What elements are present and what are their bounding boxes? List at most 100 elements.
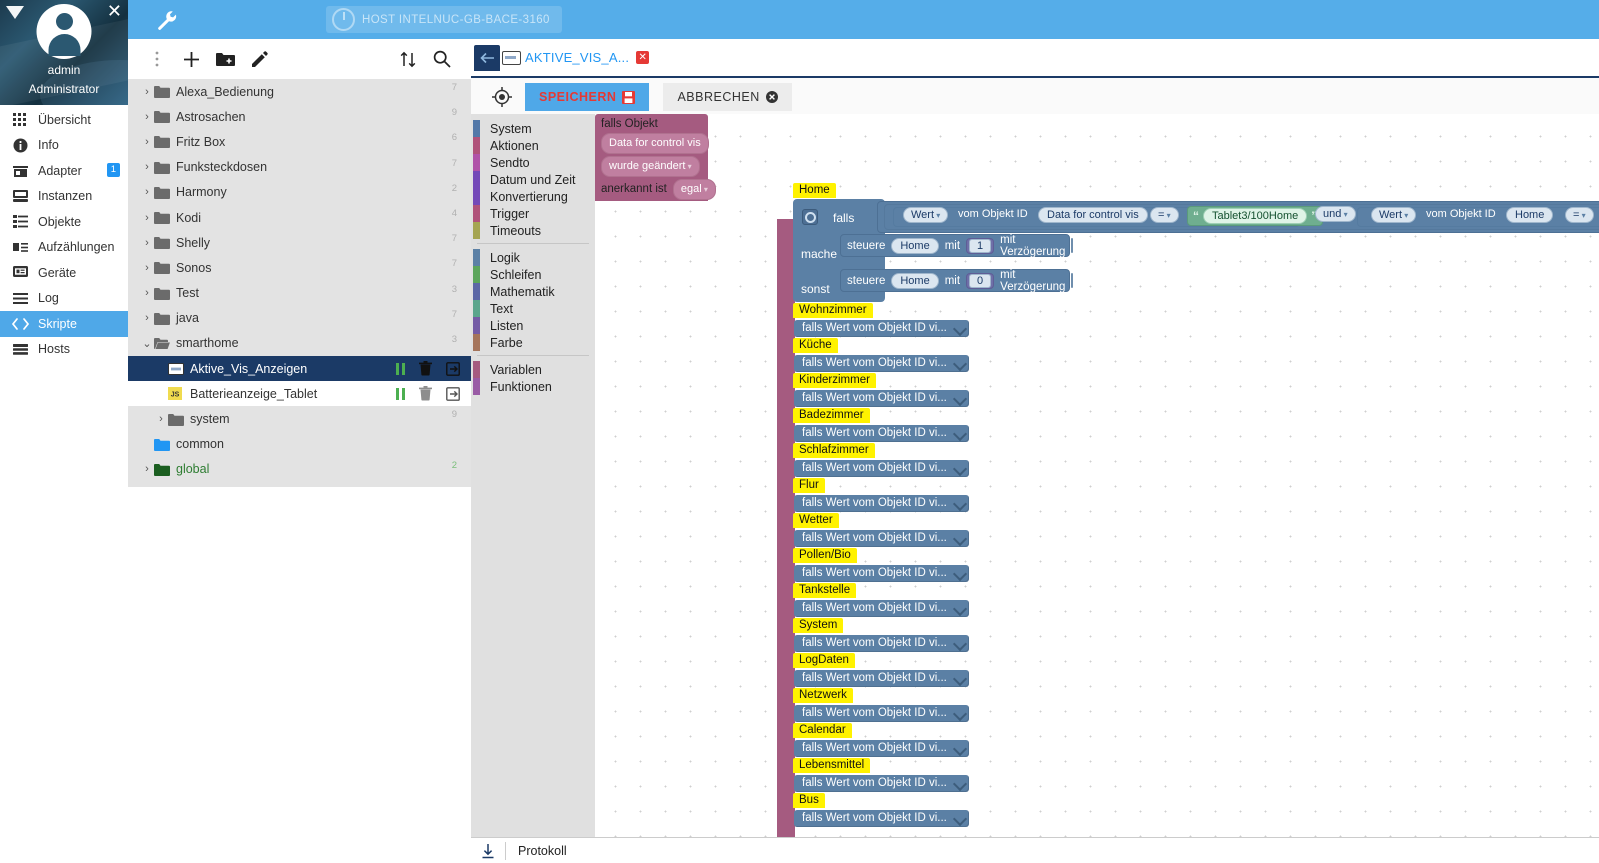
- category-logik[interactable]: Logik: [471, 249, 595, 266]
- collapsed-if-block[interactable]: falls Wert vom Objekt ID vi...: [794, 320, 969, 337]
- else-statement-block[interactable]: steuere Home mit 0 mit Verzögerung: [840, 269, 1074, 293]
- chevron-right-icon[interactable]: ›: [140, 262, 154, 274]
- category-farbe[interactable]: Farbe: [471, 334, 595, 351]
- collapsed-if-block[interactable]: falls Wert vom Objekt ID vi...: [794, 705, 969, 722]
- else-value-block[interactable]: 0: [966, 272, 995, 289]
- collapsed-if-block[interactable]: falls Wert vom Objekt ID vi...: [794, 495, 969, 512]
- chevron-right-icon[interactable]: ›: [140, 161, 154, 173]
- host-chip[interactable]: HOST INTELNUC-GB-BACE-3160: [326, 6, 562, 33]
- export-icon[interactable]: [446, 361, 461, 376]
- trigger-object-id[interactable]: Data for control vis: [601, 133, 709, 154]
- collapsed-if-block[interactable]: falls Wert vom Objekt ID vi...: [794, 390, 969, 407]
- section-tag-kinderzimmer[interactable]: Kinderzimmer: [793, 373, 876, 388]
- tree-row-global[interactable]: › global 2: [128, 456, 471, 482]
- left-object-id[interactable]: Data for control vis: [1038, 207, 1148, 223]
- category-funktionen[interactable]: Funktionen: [471, 378, 595, 395]
- sidebar-item-objekte[interactable]: Objekte: [0, 209, 128, 235]
- section-tag-flur[interactable]: Flur: [793, 478, 825, 493]
- tree-row[interactable]: › Astrosachen 9: [128, 104, 471, 130]
- collapsed-if-block[interactable]: falls Wert vom Objekt ID vi...: [794, 460, 969, 477]
- tree-row-script-selected[interactable]: Aktive_Vis_Anzeigen: [128, 356, 471, 382]
- pause-icon[interactable]: [395, 362, 405, 375]
- blockly-workspace[interactable]: falls Objekt Data for control vis wurde …: [595, 114, 1599, 863]
- tree-row[interactable]: › Shelly 7: [128, 230, 471, 256]
- tree-row[interactable]: › Kodi 4: [128, 204, 471, 231]
- close-icon[interactable]: ✕: [636, 51, 650, 64]
- category-sendto[interactable]: Sendto: [471, 154, 595, 171]
- tree-row[interactable]: › Harmony 2: [128, 179, 471, 205]
- tree-row-smarthome[interactable]: ⌄ smarthome 3: [128, 330, 471, 357]
- chevron-right-icon[interactable]: ›: [140, 463, 154, 475]
- trigger-ack-value[interactable]: egal: [672, 179, 716, 200]
- do-target[interactable]: Home: [891, 237, 939, 254]
- tree-row[interactable]: › java 7: [128, 305, 471, 331]
- category-schleifen[interactable]: Schleifen: [471, 266, 595, 283]
- sidebar-item-instanzen[interactable]: Instanzen: [0, 184, 128, 210]
- section-tag-wetter[interactable]: Wetter: [793, 513, 839, 528]
- sort-icon[interactable]: [391, 44, 425, 74]
- section-tag-bus[interactable]: Bus: [793, 793, 825, 808]
- section-tag-home[interactable]: Home: [793, 183, 836, 198]
- sidebar-item-info[interactable]: Info: [0, 133, 128, 159]
- category-trigger[interactable]: Trigger: [471, 205, 595, 222]
- tree-row-common[interactable]: common: [128, 431, 471, 457]
- section-tag-badezimmer[interactable]: Badezimmer: [793, 408, 870, 423]
- avatar[interactable]: [36, 4, 92, 59]
- else-value[interactable]: 0: [969, 273, 992, 288]
- gear-icon[interactable]: [802, 209, 818, 225]
- tree-row[interactable]: › Funksteckdosen 7: [128, 154, 471, 180]
- do-statement-block[interactable]: steuere Home mit 1 mit Verzögerung: [840, 234, 1074, 258]
- join-operator[interactable]: und: [1315, 206, 1356, 222]
- left-operator[interactable]: =: [1150, 207, 1179, 223]
- download-arrow-icon[interactable]: [471, 843, 505, 859]
- chevron-right-icon[interactable]: ›: [140, 287, 154, 299]
- tree-row[interactable]: › Alexa_Bedienung 7: [128, 79, 471, 105]
- section-tag-pollen-bio[interactable]: Pollen/Bio: [793, 548, 857, 563]
- chevron-right-icon[interactable]: ›: [140, 111, 154, 123]
- category-text[interactable]: Text: [471, 300, 595, 317]
- right-operator[interactable]: =: [1565, 207, 1594, 223]
- else-delay-socket[interactable]: [1071, 273, 1074, 288]
- sidebar-item-log[interactable]: Log: [0, 286, 128, 312]
- sidebar-item-uebersicht[interactable]: Übersicht: [0, 107, 128, 133]
- collapsed-if-block[interactable]: falls Wert vom Objekt ID vi...: [794, 670, 969, 687]
- section-tag-logdaten[interactable]: LogDaten: [793, 653, 855, 668]
- back-arrow-icon[interactable]: [474, 44, 500, 71]
- collapsed-if-block[interactable]: falls Wert vom Objekt ID vi...: [794, 355, 969, 372]
- tree-row[interactable]: › Fritz Box 6: [128, 129, 471, 155]
- left-compare-text-block[interactable]: “ Tablet3/100Home ”: [1187, 206, 1324, 226]
- sidebar-item-skripte[interactable]: Skripte: [0, 311, 128, 337]
- category-aktionen[interactable]: Aktionen: [471, 137, 595, 154]
- category-listen[interactable]: Listen: [471, 317, 595, 334]
- trash-icon[interactable]: [419, 361, 432, 376]
- category-konvertierung[interactable]: Konvertierung: [471, 188, 595, 205]
- category-timeouts[interactable]: Timeouts: [471, 222, 595, 239]
- category-mathematik[interactable]: Mathematik: [471, 283, 595, 300]
- more-vertical-icon[interactable]: [140, 44, 174, 74]
- tree-row-script[interactable]: JS Batterieanzeige_Tablet: [128, 381, 471, 407]
- category-datum-und-zeit[interactable]: Datum und Zeit: [471, 171, 595, 188]
- chevron-right-icon[interactable]: ›: [140, 86, 154, 98]
- section-tag-kueche[interactable]: Küche: [793, 338, 838, 353]
- category-variablen[interactable]: Variablen: [471, 361, 595, 378]
- section-tag-lebensmittel[interactable]: Lebensmittel: [793, 758, 871, 773]
- left-compare-text[interactable]: Tablet3/100Home: [1203, 208, 1308, 224]
- editor-tab-title[interactable]: AKTIVE_VIS_A...: [525, 50, 629, 65]
- collapsed-if-block[interactable]: falls Wert vom Objekt ID vi...: [794, 530, 969, 547]
- section-tag-calendar[interactable]: Calendar: [793, 723, 852, 738]
- plus-icon[interactable]: [174, 44, 208, 74]
- do-delay-socket[interactable]: [1071, 238, 1074, 253]
- trash-icon[interactable]: [419, 386, 432, 401]
- tree-row-system[interactable]: › system 9: [128, 406, 471, 432]
- pencil-icon[interactable]: [242, 44, 276, 74]
- wrench-icon[interactable]: [156, 9, 178, 31]
- right-object-id[interactable]: Home: [1506, 207, 1554, 223]
- cancel-button[interactable]: ABBRECHEN: [663, 83, 792, 111]
- search-icon[interactable]: [425, 44, 459, 74]
- collapsed-if-block[interactable]: falls Wert vom Objekt ID vi...: [794, 775, 969, 792]
- category-system[interactable]: System: [471, 120, 595, 137]
- left-value-dropdown[interactable]: Wert: [903, 207, 949, 223]
- chevron-right-icon[interactable]: ›: [140, 237, 154, 249]
- collapsed-if-block[interactable]: falls Wert vom Objekt ID vi...: [794, 810, 969, 827]
- section-tag-system[interactable]: System: [793, 618, 844, 633]
